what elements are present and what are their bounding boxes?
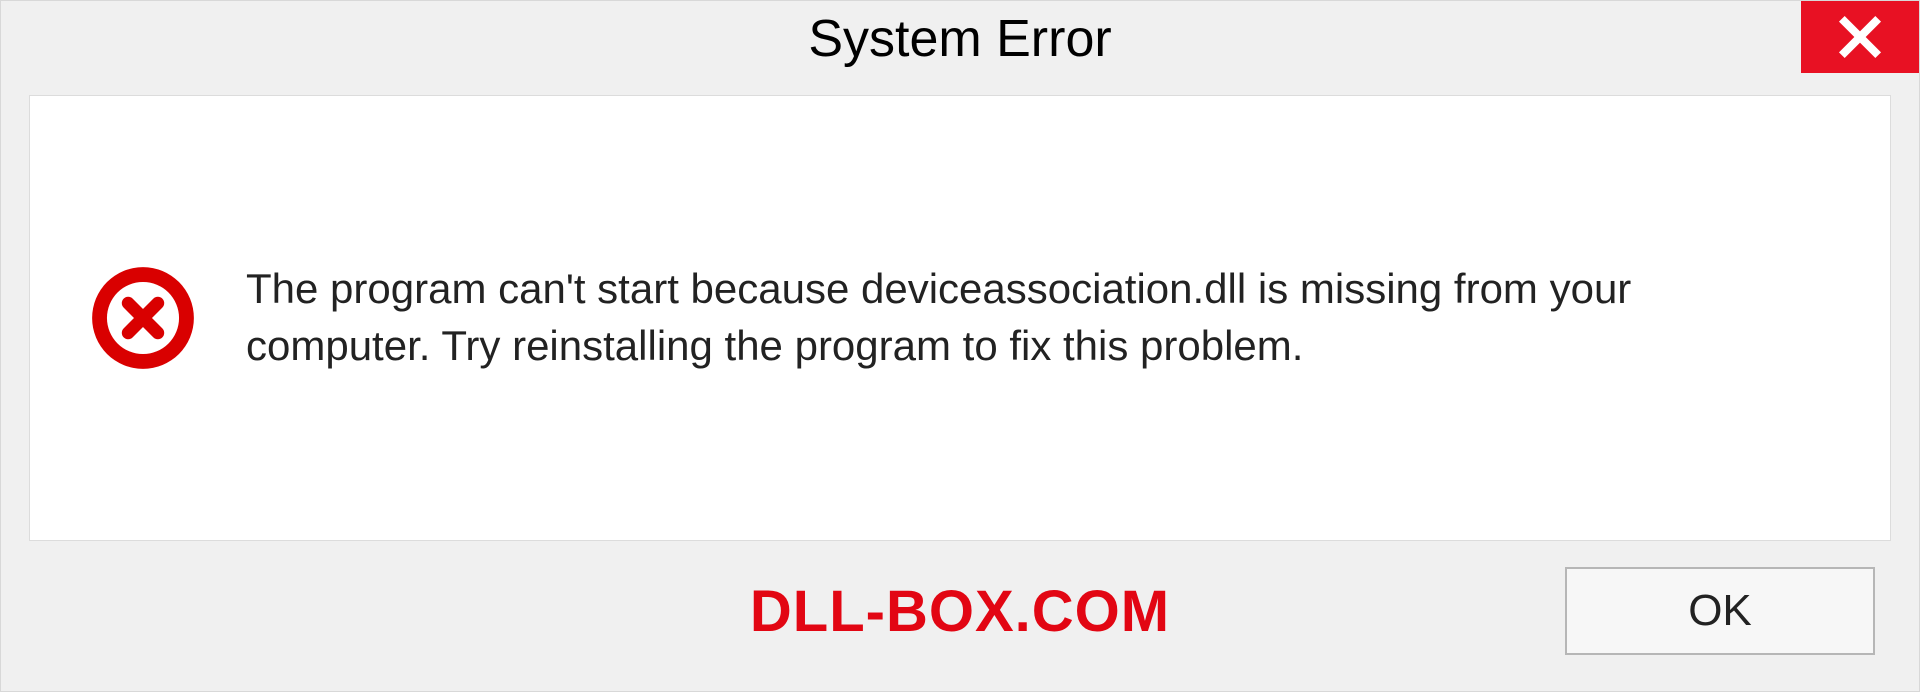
close-button[interactable] bbox=[1801, 1, 1919, 73]
footer-bar: DLL-BOX.COM OK bbox=[1, 541, 1919, 691]
error-dialog: System Error The program can't start bec… bbox=[0, 0, 1920, 692]
ok-button[interactable]: OK bbox=[1565, 567, 1875, 655]
error-icon bbox=[90, 265, 196, 371]
error-message: The program can't start because deviceas… bbox=[246, 261, 1820, 374]
titlebar: System Error bbox=[1, 1, 1919, 85]
watermark-text: DLL-BOX.COM bbox=[750, 578, 1170, 645]
content-panel: The program can't start because deviceas… bbox=[29, 95, 1891, 541]
close-icon bbox=[1837, 14, 1883, 60]
dialog-title: System Error bbox=[808, 11, 1111, 68]
